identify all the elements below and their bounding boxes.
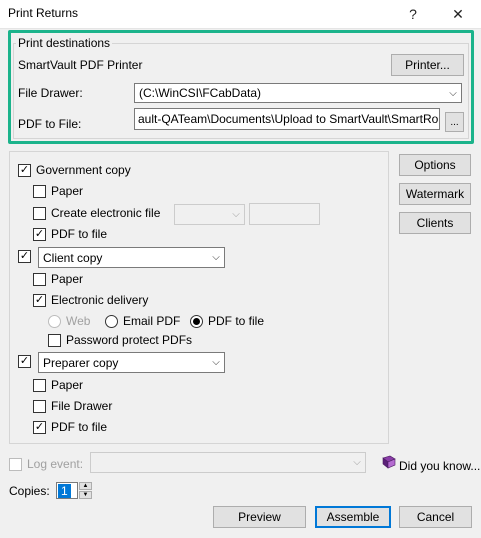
- electronic-format-field[interactable]: [249, 203, 320, 225]
- chevron-down-icon: ⌵: [353, 457, 361, 468]
- electronic-delivery-checkbox[interactable]: ✓: [33, 293, 46, 307]
- radio-web-option[interactable]: Web: [48, 314, 90, 328]
- check-icon: ✓: [19, 355, 30, 367]
- client-copy-value: Client copy: [43, 250, 103, 265]
- file-drawer-value: (C:\WinCSI\FCabData): [139, 86, 262, 100]
- check-icon: ✓: [19, 250, 30, 262]
- create-electronic-checkbox[interactable]: [33, 206, 46, 220]
- preparer-file-drawer-checkbox[interactable]: [33, 399, 46, 413]
- did-you-know-link[interactable]: Did you know...: [399, 459, 480, 473]
- government-pdf-label: PDF to file: [51, 227, 108, 241]
- printer-name: SmartVault PDF Printer: [18, 58, 143, 72]
- preparer-pdf-label: PDF to file: [51, 420, 108, 434]
- copies-label: Copies:: [9, 484, 50, 498]
- printer-button[interactable]: Printer...: [391, 54, 464, 76]
- window-title: Print Returns: [8, 6, 79, 20]
- log-event-option[interactable]: Log event:: [9, 457, 83, 471]
- log-event-checkbox[interactable]: [9, 457, 22, 471]
- preparer-copy-checkbox[interactable]: ✓: [18, 355, 31, 368]
- government-paper-label: Paper: [51, 184, 84, 198]
- preparer-copy-select[interactable]: Preparer copy ⌵: [38, 352, 225, 373]
- copies-value: 1: [58, 483, 71, 498]
- radio-web[interactable]: [48, 314, 61, 328]
- browse-button[interactable]: ...: [445, 112, 464, 132]
- chevron-down-icon: ⌵: [449, 87, 457, 99]
- government-paper-option[interactable]: Paper: [33, 184, 83, 198]
- preparer-pdf-option[interactable]: ✓ PDF to file: [33, 420, 107, 434]
- copies-down-button[interactable]: ▼: [79, 491, 92, 499]
- check-icon: ✓: [19, 163, 30, 176]
- government-copy-label: Government copy: [36, 163, 131, 177]
- client-paper-checkbox[interactable]: [33, 272, 46, 286]
- preparer-file-drawer-label: File Drawer: [51, 399, 113, 413]
- government-copy-option[interactable]: ✓ Government copy: [18, 163, 131, 177]
- password-protect-option[interactable]: Password protect PDFs: [48, 333, 192, 347]
- client-paper-label: Paper: [51, 272, 84, 286]
- radio-pdf-label: PDF to file: [208, 314, 265, 328]
- log-event-label: Log event:: [27, 457, 84, 471]
- government-pdf-checkbox[interactable]: ✓: [33, 227, 46, 241]
- book-icon: [381, 455, 397, 469]
- radio-email[interactable]: [105, 314, 118, 328]
- government-pdf-option[interactable]: ✓ PDF to file: [33, 227, 107, 241]
- preparer-pdf-checkbox[interactable]: ✓: [33, 420, 46, 434]
- preview-button[interactable]: Preview: [213, 506, 306, 528]
- file-drawer-label: File Drawer:: [18, 86, 83, 100]
- create-electronic-option[interactable]: Create electronic file: [33, 206, 160, 220]
- radio-email-option[interactable]: Email PDF: [105, 314, 180, 328]
- log-event-select[interactable]: ⌵: [90, 452, 366, 473]
- client-copy-checkbox[interactable]: ✓: [18, 250, 31, 263]
- government-paper-checkbox[interactable]: [33, 184, 46, 198]
- create-electronic-label: Create electronic file: [51, 206, 161, 220]
- client-copy-select[interactable]: Client copy ⌵: [38, 247, 225, 268]
- help-button[interactable]: ?: [401, 3, 425, 25]
- client-paper-option[interactable]: Paper: [33, 272, 83, 286]
- radio-pdf[interactable]: [190, 314, 203, 328]
- chevron-down-icon: ⌵: [212, 357, 220, 368]
- assemble-button[interactable]: Assemble: [315, 506, 391, 528]
- watermark-button[interactable]: Watermark: [399, 183, 471, 205]
- radio-pdf-option[interactable]: PDF to file: [190, 314, 264, 328]
- preparer-paper-checkbox[interactable]: [33, 378, 46, 392]
- pdf-path-field[interactable]: ault-QATeam\Documents\Upload to SmartVau…: [134, 108, 440, 130]
- radio-web-label: Web: [66, 314, 91, 328]
- electronic-delivery-option[interactable]: ✓ Electronic delivery: [33, 293, 148, 307]
- close-button[interactable]: ✕: [446, 3, 470, 25]
- title-bar: Print Returns ? ✕: [0, 0, 481, 28]
- check-icon: ✓: [34, 293, 45, 306]
- radio-email-label: Email PDF: [123, 314, 181, 328]
- pdf-to-file-label: PDF to File:: [18, 117, 82, 131]
- check-icon: ✓: [34, 227, 45, 240]
- copies-up-button[interactable]: ▲: [79, 482, 92, 490]
- copies-field[interactable]: 1: [56, 482, 78, 499]
- check-icon: ✓: [34, 420, 45, 433]
- preparer-file-drawer-option[interactable]: File Drawer: [33, 399, 112, 413]
- radio-selected-dot: [193, 317, 200, 325]
- clients-button[interactable]: Clients: [399, 212, 471, 234]
- preparer-paper-option[interactable]: Paper: [33, 378, 83, 392]
- destinations-group-label: Print destinations: [16, 36, 113, 50]
- file-drawer-select[interactable]: (C:\WinCSI\FCabData) ⌵: [134, 83, 462, 103]
- preparer-copy-value: Preparer copy: [43, 355, 119, 370]
- chevron-down-icon: ⌵: [212, 252, 220, 263]
- electronic-format-select[interactable]: ⌵: [174, 204, 245, 225]
- government-copy-checkbox[interactable]: ✓: [18, 163, 31, 177]
- preparer-paper-label: Paper: [51, 378, 84, 392]
- electronic-delivery-label: Electronic delivery: [51, 293, 149, 307]
- chevron-down-icon: ⌵: [232, 209, 240, 220]
- password-protect-label: Password protect PDFs: [66, 333, 193, 347]
- password-protect-checkbox[interactable]: [48, 333, 61, 347]
- cancel-button[interactable]: Cancel: [399, 506, 472, 528]
- options-button[interactable]: Options: [399, 154, 471, 176]
